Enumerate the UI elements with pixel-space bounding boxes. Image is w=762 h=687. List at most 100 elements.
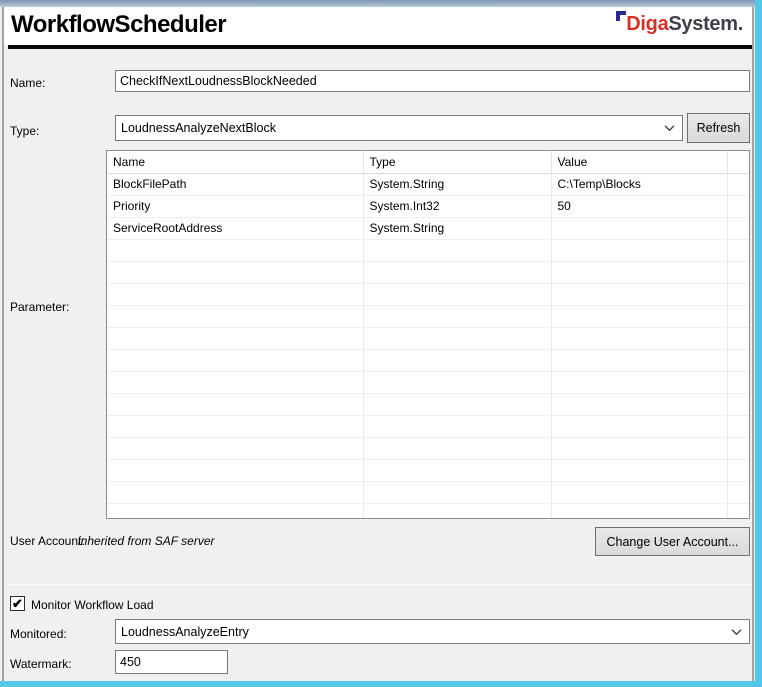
table-row[interactable] xyxy=(107,371,750,393)
cell-name[interactable]: BlockFilePath xyxy=(107,173,363,195)
cell-name[interactable]: ServiceRootAddress xyxy=(107,217,363,239)
type-combobox[interactable]: LoudnessAnalyzeNextBlock xyxy=(115,115,683,141)
cell-value[interactable] xyxy=(551,261,727,283)
table-row[interactable]: Priority System.Int32 50 xyxy=(107,195,750,217)
watermark-label: Watermark: xyxy=(10,657,72,671)
chevron-down-icon xyxy=(664,125,675,132)
cell-type[interactable] xyxy=(363,261,551,283)
cell-value[interactable]: C:\Temp\Blocks xyxy=(551,173,727,195)
cell-type[interactable] xyxy=(363,305,551,327)
cell-value[interactable] xyxy=(551,437,727,459)
cell-type[interactable] xyxy=(363,283,551,305)
cell-type[interactable] xyxy=(363,415,551,437)
cell-name[interactable] xyxy=(107,503,363,519)
table-row[interactable] xyxy=(107,481,750,503)
cell-filler xyxy=(727,481,750,503)
monitor-workflow-load-label: Monitor Workflow Load xyxy=(31,598,154,612)
cell-value[interactable] xyxy=(551,283,727,305)
cell-filler xyxy=(727,371,750,393)
cell-name[interactable] xyxy=(107,283,363,305)
cell-name[interactable] xyxy=(107,327,363,349)
cell-value[interactable] xyxy=(551,371,727,393)
window-right-edge xyxy=(752,7,754,681)
cell-value[interactable] xyxy=(551,327,727,349)
cell-name[interactable] xyxy=(107,371,363,393)
watermark-input[interactable] xyxy=(115,650,228,674)
table-row[interactable] xyxy=(107,349,750,371)
cell-value[interactable]: 50 xyxy=(551,195,727,217)
column-header-type[interactable]: Type xyxy=(363,151,551,173)
cell-name[interactable] xyxy=(107,437,363,459)
page-title: WorkflowScheduler xyxy=(11,11,226,39)
cell-type[interactable] xyxy=(363,371,551,393)
cell-value[interactable] xyxy=(551,415,727,437)
cell-name[interactable] xyxy=(107,305,363,327)
cell-filler xyxy=(727,195,750,217)
cell-filler xyxy=(727,415,750,437)
parameter-label: Parameter: xyxy=(10,300,69,314)
cell-name[interactable] xyxy=(107,415,363,437)
table-row[interactable]: BlockFilePath System.String C:\Temp\Bloc… xyxy=(107,173,750,195)
window-right-accent-border xyxy=(755,0,762,687)
table-header-row: Name Type Value xyxy=(107,151,750,173)
table-row[interactable] xyxy=(107,239,750,261)
user-account-value: inherited from SAF server xyxy=(78,534,215,548)
cell-filler xyxy=(727,503,750,519)
table-row[interactable] xyxy=(107,415,750,437)
table-row[interactable] xyxy=(107,261,750,283)
cell-name[interactable]: Priority xyxy=(107,195,363,217)
cell-type[interactable] xyxy=(363,503,551,519)
table-row[interactable] xyxy=(107,393,750,415)
cell-type[interactable]: System.Int32 xyxy=(363,195,551,217)
cell-type[interactable] xyxy=(363,459,551,481)
cell-filler xyxy=(727,349,750,371)
cell-value[interactable] xyxy=(551,217,727,239)
cell-filler xyxy=(727,305,750,327)
cell-type[interactable] xyxy=(363,437,551,459)
table-row[interactable] xyxy=(107,283,750,305)
table-row[interactable] xyxy=(107,437,750,459)
cell-type[interactable] xyxy=(363,393,551,415)
cell-type[interactable] xyxy=(363,327,551,349)
monitor-workflow-load-checkbox[interactable]: ✔ xyxy=(10,596,25,611)
cell-name[interactable] xyxy=(107,459,363,481)
type-label: Type: xyxy=(10,124,39,138)
cell-type[interactable] xyxy=(363,349,551,371)
chevron-down-icon xyxy=(731,628,742,635)
cell-value[interactable] xyxy=(551,393,727,415)
cell-name[interactable] xyxy=(107,481,363,503)
cell-name[interactable] xyxy=(107,349,363,371)
name-input[interactable] xyxy=(115,70,750,92)
cell-value[interactable] xyxy=(551,239,727,261)
type-combobox-value: LoudnessAnalyzeNextBlock xyxy=(121,121,276,135)
cell-type[interactable] xyxy=(363,239,551,261)
cell-name[interactable] xyxy=(107,261,363,283)
change-user-account-button[interactable]: Change User Account... xyxy=(595,527,750,556)
monitored-combobox[interactable]: LoudnessAnalyzeEntry xyxy=(115,619,750,644)
cell-type[interactable]: System.String xyxy=(363,217,551,239)
column-header-value[interactable]: Value xyxy=(551,151,727,173)
cell-name[interactable] xyxy=(107,393,363,415)
table-row[interactable]: ServiceRootAddress System.String xyxy=(107,217,750,239)
cell-value[interactable] xyxy=(551,459,727,481)
table-row[interactable] xyxy=(107,305,750,327)
checkmark-icon: ✔ xyxy=(12,597,23,610)
cell-type[interactable]: System.String xyxy=(363,173,551,195)
cell-value[interactable] xyxy=(551,503,727,519)
cell-name[interactable] xyxy=(107,239,363,261)
window-top-edge xyxy=(0,0,762,7)
cell-filler xyxy=(727,393,750,415)
refresh-button[interactable]: Refresh xyxy=(687,113,750,143)
column-header-name[interactable]: Name xyxy=(107,151,363,173)
table-row[interactable] xyxy=(107,503,750,519)
cell-value[interactable] xyxy=(551,305,727,327)
monitored-label: Monitored: xyxy=(10,627,67,641)
cell-value[interactable] xyxy=(551,349,727,371)
table-row[interactable] xyxy=(107,459,750,481)
cell-value[interactable] xyxy=(551,481,727,503)
logo-text-system: System. xyxy=(668,13,743,36)
cell-type[interactable] xyxy=(363,481,551,503)
name-label: Name: xyxy=(10,76,45,90)
table-row[interactable] xyxy=(107,327,750,349)
parameter-table: Name Type Value BlockFilePath System.Str… xyxy=(106,150,750,519)
